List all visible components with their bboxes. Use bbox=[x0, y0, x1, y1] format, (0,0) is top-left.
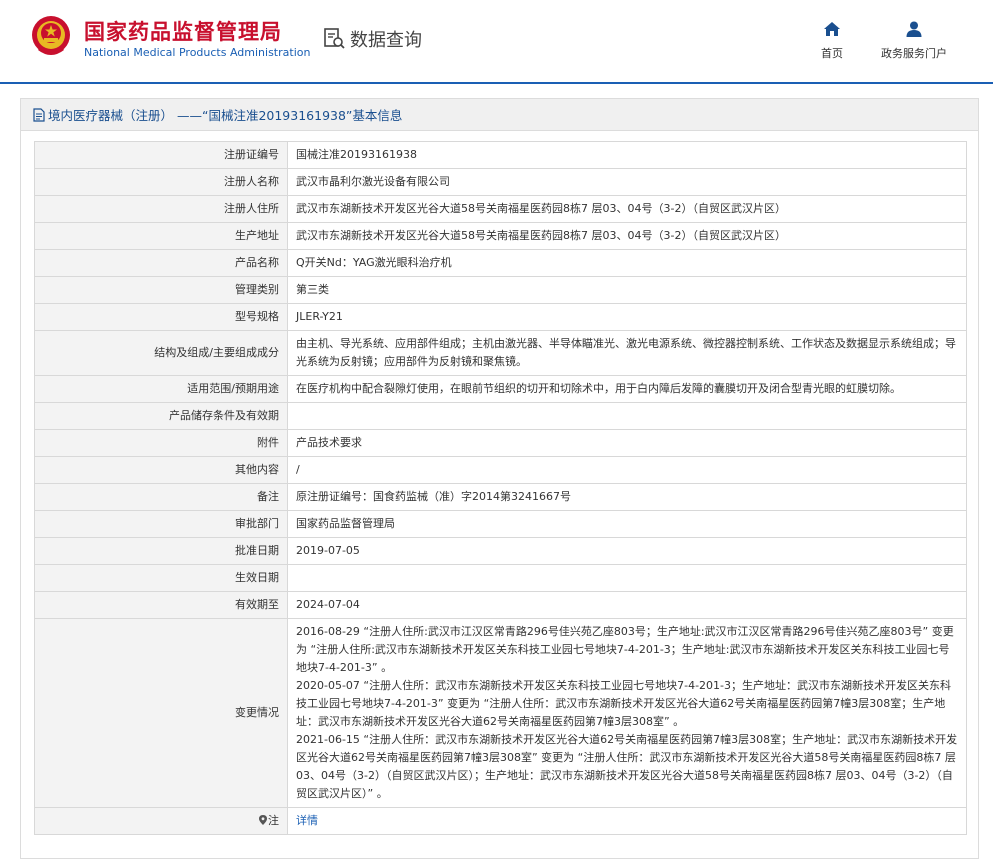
table-row: 注册人名称 武汉市晶利尔激光设备有限公司 bbox=[34, 168, 967, 196]
table-row: 生产地址 武汉市东湖新技术开发区光谷大道58号关南福星医药园8栋7 层03、04号… bbox=[34, 222, 967, 250]
details-link[interactable]: 详情 bbox=[296, 814, 318, 827]
table-row: 注册人住所 武汉市东湖新技术开发区光谷大道58号关南福星医药园8栋7 层03、04… bbox=[34, 195, 967, 223]
home-icon bbox=[824, 22, 840, 36]
change-history-value: 2016-08-29 “注册人住所:武汉市江汉区常青路296号佳兴苑乙座803号… bbox=[287, 618, 967, 808]
table-row: 适用范围/预期用途 在医疗机构中配合裂隙灯使用，在眼前节组织的切开和切除术中，用于… bbox=[34, 375, 967, 403]
table-row: 产品名称 Q开关Nd：YAG激光眼科治疗机 bbox=[34, 249, 967, 277]
table-row: 备注 原注册证编号：国食药监械（准）字2014第3241667号 bbox=[34, 483, 967, 511]
field-label: 注册证编号 bbox=[34, 141, 288, 169]
field-value: 武汉市东湖新技术开发区光谷大道58号关南福星医药园8栋7 层03、04号（3-2… bbox=[287, 222, 967, 250]
table-row: 产品储存条件及有效期 bbox=[34, 402, 967, 430]
field-value: 第三类 bbox=[287, 276, 967, 304]
field-value bbox=[287, 402, 967, 430]
note-value: 详情 bbox=[287, 807, 967, 835]
field-value: 2024-07-04 bbox=[287, 591, 967, 619]
nav-service-portal-button[interactable]: 政务服务门户 bbox=[874, 20, 954, 61]
field-label: 生产地址 bbox=[34, 222, 288, 250]
panel-title: 境内医疗器械（注册） ——“国械注准20193161938”基本信息 bbox=[48, 108, 403, 123]
page-title: 数据查询 bbox=[350, 30, 422, 51]
table-row: 其他内容 / bbox=[34, 456, 967, 484]
field-label: 审批部门 bbox=[34, 510, 288, 538]
field-label: 管理类别 bbox=[34, 276, 288, 304]
field-value: Q开关Nd：YAG激光眼科治疗机 bbox=[287, 249, 967, 277]
brand-name-cn: 国家药品监督管理局 bbox=[84, 20, 282, 44]
field-label: 注册人名称 bbox=[34, 168, 288, 196]
national-emblem-icon bbox=[32, 16, 70, 55]
field-value: 武汉市晶利尔激光设备有限公司 bbox=[287, 168, 967, 196]
table-row-note: 注 详情 bbox=[34, 807, 967, 835]
data-query-icon bbox=[324, 28, 345, 49]
site-header: 国家药品监督管理局 National Medical Products Admi… bbox=[0, 0, 993, 84]
field-value: 武汉市东湖新技术开发区光谷大道58号关南福星医药园8栋7 层03、04号（3-2… bbox=[287, 195, 967, 223]
table-row: 型号规格 JLER-Y21 bbox=[34, 303, 967, 331]
field-label: 产品储存条件及有效期 bbox=[34, 402, 288, 430]
field-label: 其他内容 bbox=[34, 456, 288, 484]
field-value: 2019-07-05 bbox=[287, 537, 967, 565]
field-label: 备注 bbox=[34, 483, 288, 511]
table-row: 批准日期 2019-07-05 bbox=[34, 537, 967, 565]
field-label: 附件 bbox=[34, 429, 288, 457]
field-value: 原注册证编号：国食药监械（准）字2014第3241667号 bbox=[287, 483, 967, 511]
table-row: 有效期至 2024-07-04 bbox=[34, 591, 967, 619]
nav-home-button[interactable]: 首页 bbox=[812, 20, 852, 61]
user-icon bbox=[906, 21, 922, 37]
field-label: 注册人住所 bbox=[34, 195, 288, 223]
brand-name-en: National Medical Products Administration bbox=[84, 46, 311, 59]
note-label: 注 bbox=[268, 814, 279, 827]
nav-home-label: 首页 bbox=[821, 47, 843, 60]
field-value: JLER-Y21 bbox=[287, 303, 967, 331]
field-label: 批准日期 bbox=[34, 537, 288, 565]
table-row: 生效日期 bbox=[34, 564, 967, 592]
nav-service-portal-label: 政务服务门户 bbox=[881, 47, 947, 60]
field-label: 产品名称 bbox=[34, 249, 288, 277]
document-icon bbox=[33, 107, 45, 122]
table-row: 结构及组成/主要组成成分 由主机、导光系统、应用部件组成；主机由激光器、半导体瞄准… bbox=[34, 330, 967, 376]
field-value: 国械注准20193161938 bbox=[287, 141, 967, 169]
field-value: 国家药品监督管理局 bbox=[287, 510, 967, 538]
field-value: 由主机、导光系统、应用部件组成；主机由激光器、半导体瞄准光、激光电源系统、微控器… bbox=[287, 330, 967, 376]
field-label: 型号规格 bbox=[34, 303, 288, 331]
panel-header: 境内医疗器械（注册） ——“国械注准20193161938”基本信息 bbox=[21, 99, 978, 131]
registration-info-table: 注册证编号 国械注准20193161938 注册人名称 武汉市晶利尔激光设备有限公司… bbox=[34, 141, 967, 835]
field-value bbox=[287, 564, 967, 592]
table-row: 管理类别 第三类 bbox=[34, 276, 967, 304]
table-row-changes: 变更情况 2016-08-29 “注册人住所:武汉市江汉区常青路296号佳兴苑乙座… bbox=[34, 618, 967, 808]
field-label: 生效日期 bbox=[34, 564, 288, 592]
pin-icon bbox=[259, 815, 267, 825]
field-label: 适用范围/预期用途 bbox=[34, 375, 288, 403]
detail-panel: 境内医疗器械（注册） ——“国械注准20193161938”基本信息 注册证编号… bbox=[20, 98, 979, 859]
field-value: 在医疗机构中配合裂隙灯使用，在眼前节组织的切开和切除术中，用于白内障后发障的囊膜… bbox=[287, 375, 967, 403]
table-row: 附件 产品技术要求 bbox=[34, 429, 967, 457]
note-label-cell: 注 bbox=[34, 807, 288, 835]
field-label: 有效期至 bbox=[34, 591, 288, 619]
field-label: 结构及组成/主要组成成分 bbox=[34, 330, 288, 376]
table-row: 注册证编号 国械注准20193161938 bbox=[34, 141, 967, 169]
field-value: / bbox=[287, 456, 967, 484]
table-row: 审批部门 国家药品监督管理局 bbox=[34, 510, 967, 538]
field-label: 变更情况 bbox=[34, 618, 288, 808]
field-value: 产品技术要求 bbox=[287, 429, 967, 457]
